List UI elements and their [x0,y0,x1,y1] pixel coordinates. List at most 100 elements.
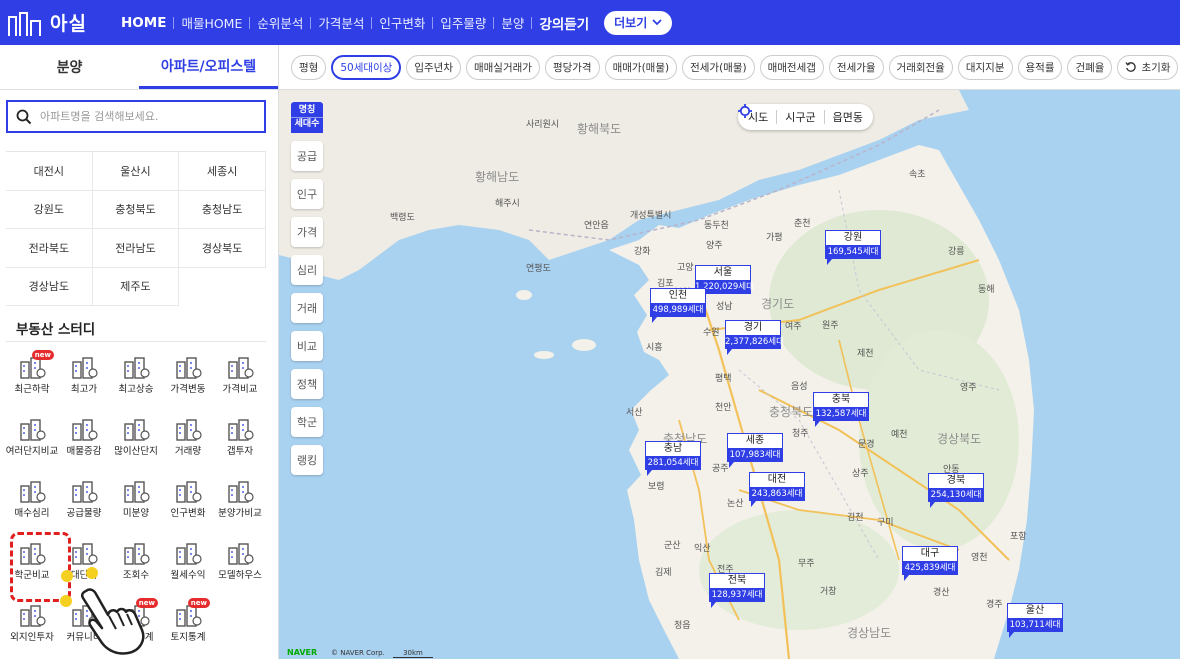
place-label: 평택 [715,374,732,384]
region-ulsan[interactable]: 울산시 [92,152,180,191]
region-sejong[interactable]: 세종시 [179,152,266,191]
map-tool-button[interactable]: 정책 [291,369,323,399]
more-button[interactable]: 더보기 [604,10,673,35]
study-item[interactable]: 월세수익 [162,536,214,594]
apartment-search-box[interactable] [6,100,266,133]
study-item[interactable]: 공급물량 [58,474,110,532]
region-jeonbuk[interactable]: 전라북도 [6,229,93,268]
nav-population[interactable]: 인구변화 [372,13,432,32]
study-item[interactable]: 많이산단지 [110,412,162,470]
region-gyeongnam[interactable]: 경상남도 [6,267,93,306]
filter-chip[interactable]: 평당가격 [544,54,600,80]
region-marker[interactable]: 전북 128,937세대 [709,573,765,608]
study-item[interactable]: 가격변동 [162,350,214,408]
place-label: 개성특별시 [630,211,672,221]
study-item[interactable]: 매물증감 [58,412,110,470]
study-item[interactable]: 매수심리 [6,474,58,532]
region-marker[interactable]: 울산 103,711세대 [1007,603,1063,638]
region-gangwon[interactable]: 강원도 [6,190,93,229]
level-sigungu[interactable]: 시구군 [785,109,815,125]
study-item[interactable]: 여러단지비교 [6,412,58,470]
study-item[interactable]: 인구변화 [162,474,214,532]
study-item[interactable]: 최고상승 [110,350,162,408]
region-marker[interactable]: 경북 254,130세대 [928,473,984,508]
region-chungnam[interactable]: 충청남도 [179,190,266,229]
nav-listing-home[interactable]: 매물HOME [174,13,249,32]
filter-chip[interactable]: 거래회전율 [888,54,953,80]
study-item[interactable]: 가격비교 [214,350,266,408]
region-marker[interactable]: 대전 243,863세대 [749,472,805,507]
filter-chip[interactable]: 대지지분 [957,54,1013,80]
reset-button[interactable]: 초기화 [1117,54,1179,80]
nav-home[interactable]: HOME [114,15,173,31]
map-tool-button[interactable]: 심리 [291,255,323,285]
study-item[interactable]: 최고가 [58,350,110,408]
region-marker[interactable]: 인천 498,989세대 [650,288,706,323]
nav-price-analysis[interactable]: 가격분석 [311,13,371,32]
map-tool-button[interactable]: 거래 [291,293,323,323]
filter-chip[interactable]: 전세가(매물) [682,54,755,80]
study-item[interactable]: new 최근하락 [6,350,58,408]
filter-chip[interactable]: 입주년차 [406,54,461,80]
filter-chip[interactable]: 매매가(매물) [604,54,678,80]
name-households-toggle[interactable]: 명칭 세대수 [291,102,323,133]
region-marker[interactable]: 충남 281,054세대 [645,441,701,476]
level-eupmyeondong[interactable]: 읍면동 [833,109,863,125]
region-jeonnam[interactable]: 전라남도 [92,229,180,268]
region-marker[interactable]: 세종 107,983세대 [727,433,783,468]
logo[interactable]: 아실 [8,9,87,36]
place-label: 구미 [877,518,894,528]
study-item-label: 조회수 [122,570,150,581]
study-item[interactable]: 거래량 [162,412,214,470]
region-marker[interactable]: 경기 2,377,826세대 [725,320,784,355]
study-item[interactable]: new 토지통계 [162,598,214,656]
region-gyeongbuk[interactable]: 경상북도 [179,229,266,268]
place-label: 서산 [626,408,643,418]
search-input[interactable] [40,110,240,123]
place-label: 동두천 [704,221,729,231]
place-label: 양주 [706,241,723,251]
map-tool-button[interactable]: 가격 [291,217,323,247]
place-label: 경산 [933,588,950,598]
crosshair-icon[interactable] [738,104,752,118]
study-item-label: 가격비교 [222,384,258,395]
filter-chip[interactable]: 평형 [291,54,327,80]
nav-lectures[interactable]: 강의듣기 [532,13,596,33]
filter-chip[interactable]: 용적률 [1017,54,1063,80]
nav-rank-analysis[interactable]: 순위분석 [250,13,310,32]
study-item[interactable]: 미분양 [110,474,162,532]
filter-chip[interactable]: 건폐율 [1067,54,1113,80]
region-chungbuk[interactable]: 충청북도 [92,190,180,229]
region-jeju[interactable]: 제주도 [92,267,180,306]
map-tool-button[interactable]: 랭킹 [291,445,323,475]
map-tool-button[interactable]: 비교 [291,331,323,361]
map-tool-button[interactable]: 학군 [291,407,323,437]
region-marker[interactable]: 대구 425,839세대 [902,546,958,581]
marker-name: 충남 [645,441,701,456]
map-tool-button[interactable]: 인구 [291,179,323,209]
nav-presale[interactable]: 분양 [494,13,531,32]
presale-compare-icon [228,481,254,503]
region-label-gyeonggi: 경기도 [761,297,795,311]
tab-apartment-officetel[interactable]: 아파트/오피스텔 [139,45,278,89]
region-daejeon[interactable]: 대전시 [6,152,93,191]
region-marker[interactable]: 강원 169,545세대 [825,230,881,265]
study-item[interactable]: 외지인투자 [6,598,58,656]
study-item[interactable]: 모델하우스 [214,536,266,594]
place-label: 정읍 [674,621,691,631]
map-view[interactable]: 황해북도 황해남도 경기도 충청북도 충청남도 경상북도 경상남도 사리원시 해… [279,90,1180,659]
search-icon [16,109,32,124]
rent-income-icon [176,543,202,565]
study-item[interactable]: 갭투자 [214,412,266,470]
place-label: 해주시 [495,199,520,209]
region-marker[interactable]: 충북 132,587세대 [813,392,869,427]
filter-chip[interactable]: 매매전세갭 [759,54,824,80]
study-item[interactable]: 분양가비교 [214,474,266,532]
tab-presale[interactable]: 분양 [0,45,139,89]
study-item-label: 가격변동 [170,384,206,395]
map-tool-button[interactable]: 공급 [291,141,323,171]
nav-move-in-volume[interactable]: 입주물량 [433,13,493,32]
filter-chip[interactable]: 전세가율 [828,54,884,80]
filter-chip[interactable]: 50세대이상 [331,54,402,80]
filter-chip[interactable]: 매매실거래가 [465,54,540,80]
